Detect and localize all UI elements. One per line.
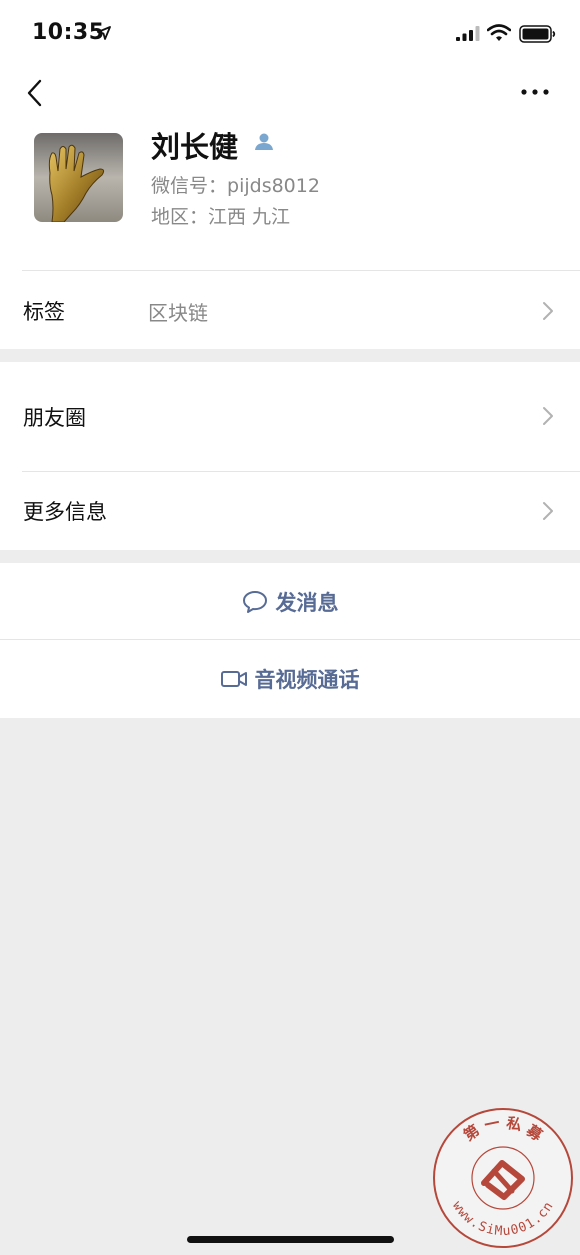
- wechat-id: 微信号：pijds8012: [151, 171, 320, 198]
- moments-label: 朋友圈: [23, 406, 86, 430]
- moments-row[interactable]: 朋友圈: [0, 362, 580, 472]
- more-info-row[interactable]: 更多信息: [0, 472, 580, 550]
- send-message-button[interactable]: 发消息: [0, 563, 580, 640]
- chevron-right-icon: [543, 407, 553, 425]
- profile-header: 刘长健 微信号：pijds8012 地区：江西 九江: [0, 118, 580, 271]
- more-options-icon[interactable]: [520, 87, 550, 97]
- wifi-icon: [487, 24, 511, 41]
- watermark-seal-logo: 第 一 私 募 www.SiMu001.cn: [433, 1108, 573, 1248]
- chevron-right-icon: [543, 302, 553, 320]
- contact-name: 刘长健: [151, 130, 239, 164]
- avatar[interactable]: [34, 133, 123, 222]
- contact-person-icon: [255, 133, 273, 150]
- tag-label: 标签: [23, 300, 65, 324]
- back-chevron-icon[interactable]: [24, 78, 48, 108]
- chevron-right-icon: [543, 502, 553, 520]
- send-message-label: 发消息: [275, 590, 339, 615]
- video-camera-icon: [220, 671, 247, 687]
- wechat-id-label: 微信号：: [151, 175, 228, 197]
- video-call-label: 音视频通话: [254, 668, 360, 692]
- avatar-hand-image: [34, 133, 123, 222]
- video-call-content: 音视频通话: [0, 640, 580, 718]
- location-arrow-icon: [97, 26, 111, 40]
- status-bar: 10:35: [0, 0, 580, 68]
- region-label: 地区：: [151, 206, 209, 228]
- battery-icon: [519, 25, 556, 43]
- cellular-signal-icon: [456, 26, 480, 41]
- tag-value: 区块链: [148, 301, 208, 325]
- status-time: 10:35: [32, 20, 105, 45]
- home-indicator[interactable]: [187, 1236, 394, 1243]
- tag-row[interactable]: 标签 区块链: [0, 271, 580, 349]
- send-message-content: 发消息: [0, 563, 580, 640]
- region-value: 江西 九江: [208, 206, 291, 228]
- more-info-label: 更多信息: [23, 500, 107, 524]
- chat-bubble-icon: [242, 590, 267, 613]
- nav-bar: [0, 68, 580, 118]
- region: 地区：江西 九江: [151, 202, 290, 229]
- video-call-button[interactable]: 音视频通话: [0, 640, 580, 718]
- wechat-id-value: pijds8012: [227, 175, 320, 197]
